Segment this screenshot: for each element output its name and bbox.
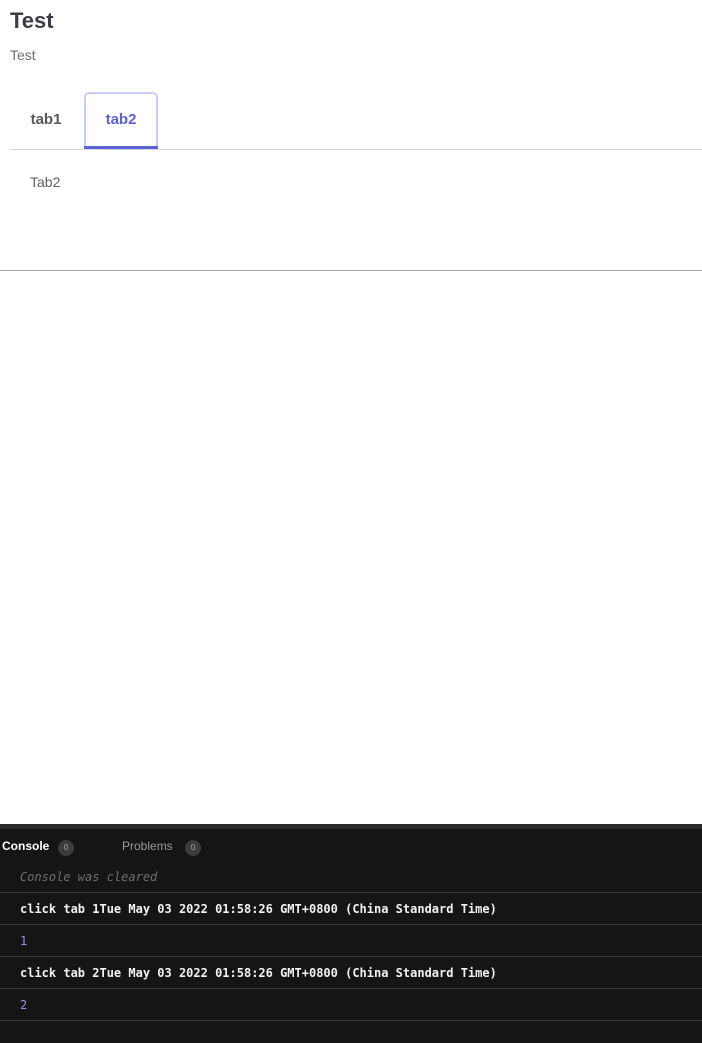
- console-panel: Console 0 Problems 0 Console was cleared…: [0, 824, 702, 1043]
- tab-panel-content: Tab2: [30, 174, 61, 190]
- page: Test Test tab1 tab2 Tab2 Console 0 Probl…: [0, 0, 702, 1043]
- tab-tab1[interactable]: tab1: [16, 92, 76, 148]
- console-tab-bar: Console 0 Problems 0: [0, 829, 702, 861]
- console-log-line: click tab 2Tue May 03 2022 01:58:26 GMT+…: [0, 958, 702, 989]
- preview-pane: Test Test tab1 tab2 Tab2: [0, 0, 702, 824]
- console-log-line: 2: [0, 990, 702, 1021]
- tab-problems[interactable]: Problems: [122, 837, 173, 855]
- console-cleared-message: Console was cleared: [0, 862, 702, 893]
- tab-console[interactable]: Console: [2, 837, 49, 855]
- page-title: Test: [10, 8, 54, 33]
- console-count-badge: 0: [58, 840, 74, 856]
- tab-bar: tab1 tab2: [10, 92, 702, 150]
- page-subtitle: Test: [10, 47, 36, 63]
- problems-count-badge: 0: [185, 840, 201, 856]
- console-log-line: click tab 1Tue May 03 2022 01:58:26 GMT+…: [0, 894, 702, 925]
- tab-tab2[interactable]: tab2: [84, 92, 158, 149]
- console-log-line: 1: [0, 926, 702, 957]
- divider: [0, 270, 702, 271]
